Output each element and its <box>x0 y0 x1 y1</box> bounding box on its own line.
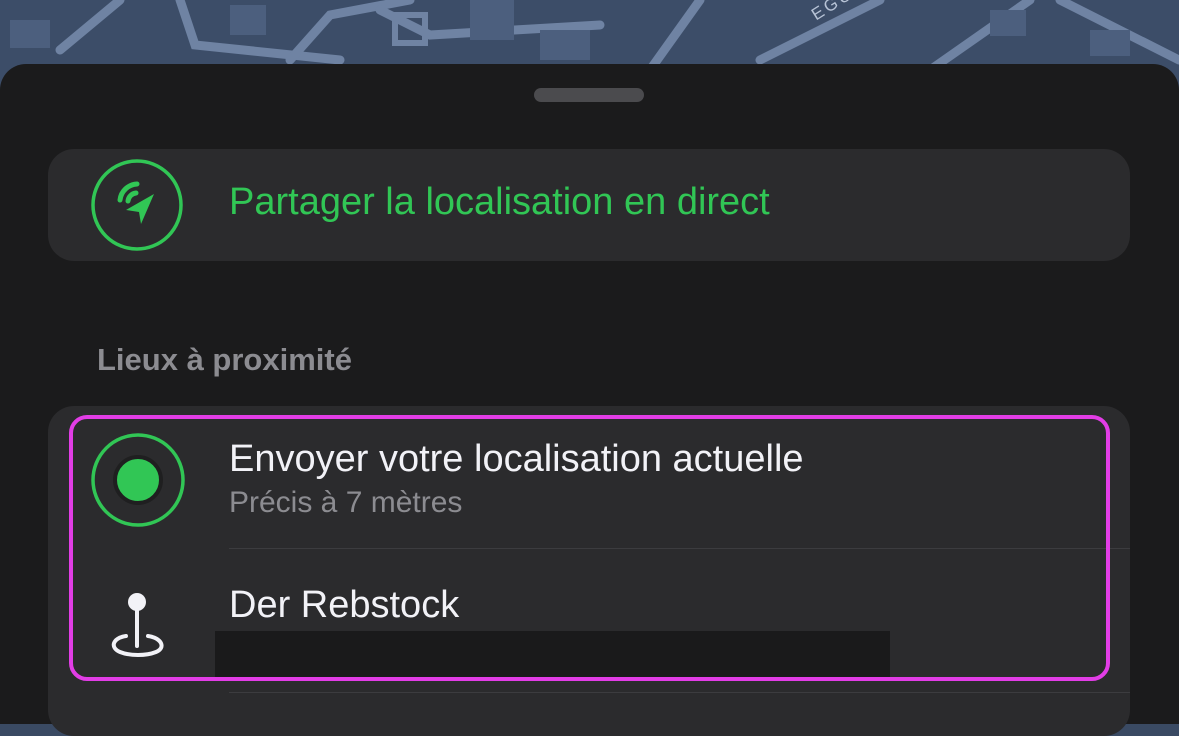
live-location-share-icon <box>90 158 184 252</box>
bottom-sheet: Partager la localisation en direct Lieux… <box>0 64 1179 736</box>
current-location-icon <box>90 432 186 528</box>
share-live-location-button[interactable]: Partager la localisation en direct <box>48 149 1130 261</box>
sheet-grabber-handle[interactable] <box>534 88 644 102</box>
send-current-location-item[interactable]: Envoyer votre localisation actuelle Préc… <box>48 406 1130 549</box>
redacted-address <box>215 631 890 679</box>
nearby-places-list: Envoyer votre localisation actuelle Préc… <box>48 406 1130 736</box>
row-divider <box>229 692 1130 693</box>
nearby-place-item[interactable]: Der Rebstock <box>48 548 1130 690</box>
place-name: Der Rebstock <box>229 584 460 626</box>
location-accuracy-text: Précis à 7 mètres <box>229 486 463 519</box>
share-live-location-label: Partager la localisation en direct <box>229 181 770 223</box>
nearby-places-heading: Lieux à proximité <box>97 342 352 377</box>
location-pin-icon <box>106 590 168 662</box>
current-location-title: Envoyer votre localisation actuelle <box>229 438 804 480</box>
